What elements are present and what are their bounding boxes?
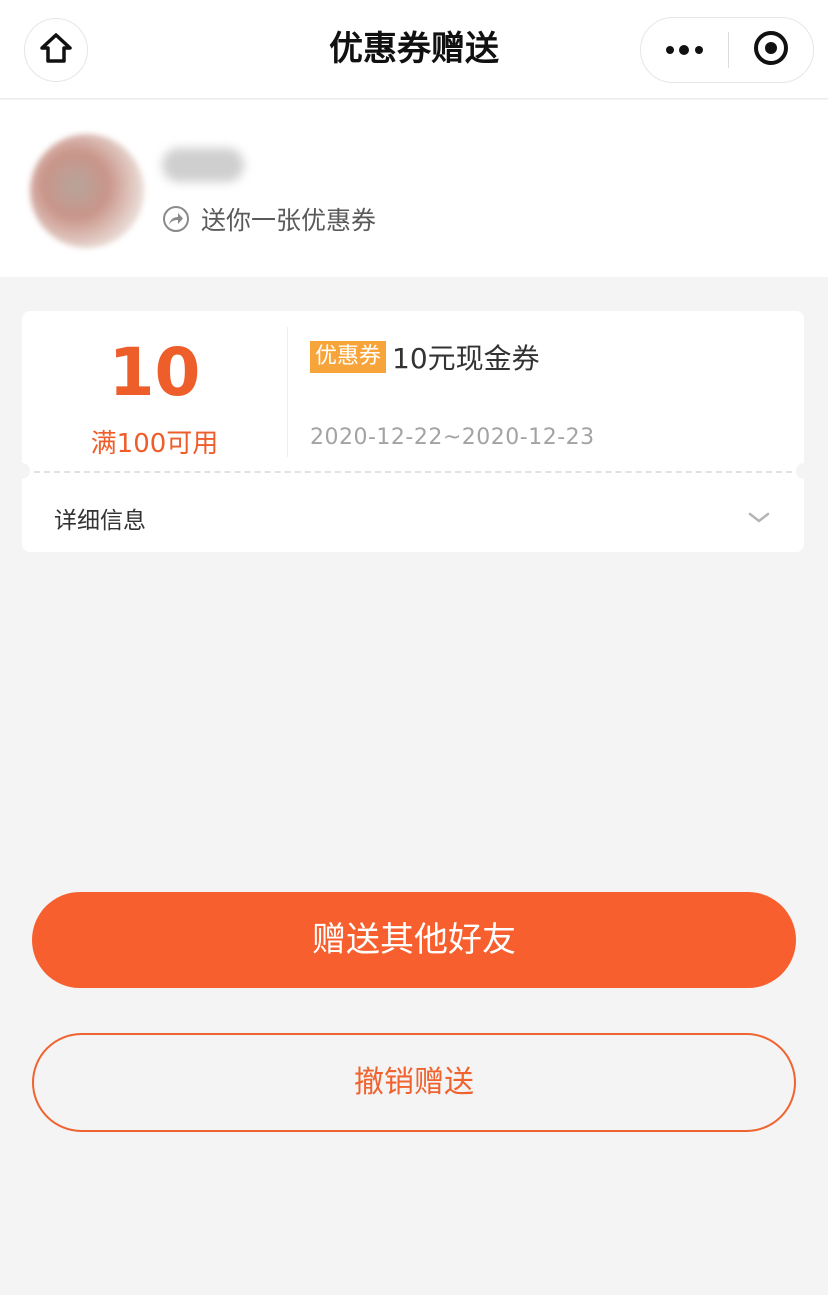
navigation-bar: 优惠券赠送 [0, 0, 828, 99]
gift-to-other-friend-button[interactable]: 赠送其他好友 [32, 892, 796, 988]
coupon-info-block: 优惠券 10元现金券 2020-12-22~2020-12-23 [310, 337, 788, 467]
sender-name-blurred [162, 148, 244, 182]
coupon-type-tag: 优惠券 [310, 341, 387, 373]
close-button[interactable] [729, 18, 813, 82]
coupon-name: 10元现金券 [392, 342, 540, 375]
chevron-down-icon [748, 509, 770, 528]
more-button[interactable] [641, 18, 729, 82]
details-toggle[interactable]: 详细信息 [22, 483, 804, 552]
share-arrow-icon [163, 206, 189, 232]
avatar [30, 134, 144, 248]
details-label: 详细信息 [54, 508, 146, 534]
sender-message-row: 送你一张优惠券 [163, 202, 376, 236]
coupon-condition: 满100可用 [90, 429, 219, 459]
ticket-notch-left [14, 463, 30, 479]
cancel-gift-button[interactable]: 撤销赠送 [32, 1033, 796, 1132]
more-dots-icon [665, 41, 705, 60]
coupon-validity: 2020-12-22~2020-12-23 [310, 425, 595, 450]
sender-message: 送你一张优惠券 [201, 206, 377, 235]
mini-program-capsule [640, 17, 814, 83]
ticket-notch-right [796, 463, 812, 479]
coupon-amount: 10 [108, 334, 201, 411]
target-circle-icon [752, 29, 790, 71]
coupon-divider [287, 327, 288, 457]
coupon-value-block: 10 满100可用 [22, 311, 287, 471]
ticket-dashed-line [34, 471, 792, 473]
coupon-card: 10 满100可用 优惠券 10元现金券 2020-12-22~2020-12-2… [14, 311, 812, 552]
sender-section: 送你一张优惠券 [0, 100, 828, 277]
